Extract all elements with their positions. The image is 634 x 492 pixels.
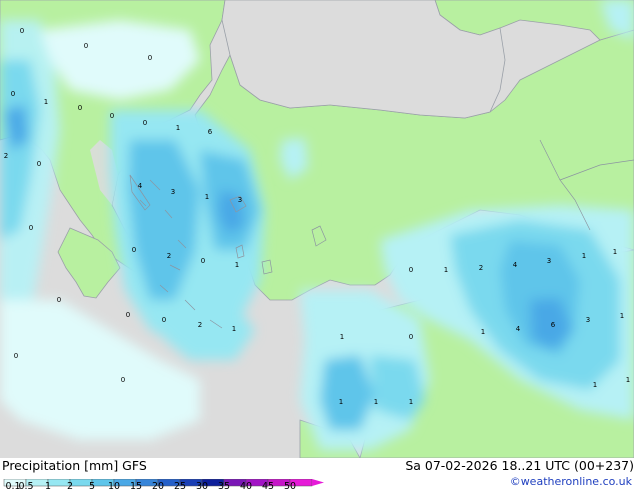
map-label: 1 <box>232 325 236 333</box>
map-label: 1 <box>44 98 48 106</box>
map-label: 0 <box>57 296 61 304</box>
map-label: 3 <box>238 196 242 204</box>
legend-tick-label: 50 <box>283 481 297 492</box>
legend-tick-label: 25 <box>173 481 187 492</box>
map-label: 0 <box>121 376 125 384</box>
legend-tick-label: 2 <box>66 481 74 492</box>
map-label: 1 <box>340 333 344 341</box>
map-label: 0 <box>162 316 166 324</box>
map-label: 0 <box>20 27 24 35</box>
map-label: 0 <box>148 54 152 62</box>
legend-tick-label: 1 <box>44 481 52 492</box>
map-label: 4 <box>138 182 143 190</box>
map-label: 2 <box>198 321 202 329</box>
map-footer: Precipitation [mm] GFS Sa 07-02-2026 18.… <box>0 458 634 492</box>
map-label: 6 <box>208 128 213 136</box>
legend-tick-label: 15 <box>129 481 143 492</box>
map-label: 0 <box>132 246 136 254</box>
map-label: 0 <box>126 311 130 319</box>
legend-tick-label: 40 <box>239 481 253 492</box>
legend-tick-label: 35 <box>217 481 231 492</box>
map-label: 1 <box>176 124 180 132</box>
map-label: 1 <box>374 398 378 406</box>
map-label: 1 <box>339 398 343 406</box>
map-label: 1 <box>593 381 597 389</box>
map-label: 1 <box>235 261 239 269</box>
map-label: 0 <box>78 104 82 112</box>
map-label: 2 <box>167 252 171 260</box>
legend-tick-label: 30 <box>195 481 209 492</box>
map-label: 1 <box>613 248 617 256</box>
map-label: 0 <box>14 352 18 360</box>
map-label: 0 <box>84 42 88 50</box>
map-label: 1 <box>444 266 448 274</box>
map-title: Precipitation [mm] GFS <box>2 458 147 473</box>
legend-tick-label: 10 <box>107 481 121 492</box>
map-label: 3 <box>547 257 551 265</box>
map-label: 0 <box>11 90 15 98</box>
color-legend: 0.1 0.5 1 2 5 10 15 20 25 30 35 40 45 50 <box>2 473 332 492</box>
map-label: 1 <box>409 398 413 406</box>
map-label: 1 <box>626 376 630 384</box>
legend-tick-label: 0.5 <box>18 481 34 492</box>
map-label: 6 <box>551 321 556 329</box>
map-label: 3 <box>586 316 590 324</box>
map-label: 1 <box>205 193 209 201</box>
map-label: 0 <box>409 266 413 274</box>
map-label: 0 <box>37 160 41 168</box>
forecast-datetime: Sa 07-02-2026 18..21 UTC (00+237) <box>405 458 634 473</box>
map-label: 0 <box>143 119 147 127</box>
precipitation-map: 0 0 0 0 1 0 0 0 1 6 0 2 4 3 1 3 0 0 2 0 … <box>0 0 634 458</box>
map-label: 1 <box>620 312 624 320</box>
legend-tick-label: 45 <box>261 481 275 492</box>
map-label: 4 <box>516 325 521 333</box>
legend-tick-label: 20 <box>151 481 165 492</box>
map-label: 3 <box>171 188 175 196</box>
map-label: 1 <box>481 328 485 336</box>
map-label: 0 <box>29 224 33 232</box>
map-label: 1 <box>582 252 586 260</box>
map-label: 0 <box>201 257 205 265</box>
map-label: 2 <box>4 152 8 160</box>
map-label: 2 <box>479 264 483 272</box>
legend-tick-label: 5 <box>88 481 96 492</box>
map-label: 0 <box>110 112 114 120</box>
map-label: 4 <box>513 261 518 269</box>
map-label: 0 <box>409 333 413 341</box>
site-credit[interactable]: ©weatheronline.co.uk <box>510 475 632 488</box>
